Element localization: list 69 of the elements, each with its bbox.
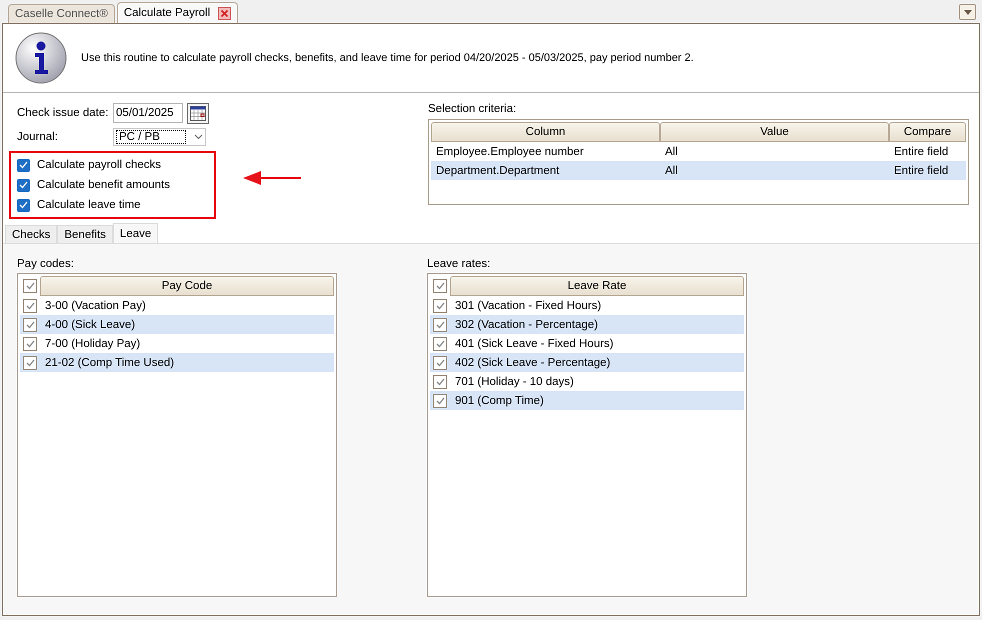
row-checkbox[interactable] (433, 298, 447, 312)
list-label: Leave rates: (427, 258, 492, 270)
tab[interactable]: Benefits (57, 225, 113, 243)
field-label: Check issue date: (17, 107, 110, 119)
table-cell-text: Entire field (893, 164, 950, 176)
check-icon (19, 201, 28, 209)
option-label[interactable]: Calculate payroll checks (37, 159, 162, 171)
check-icon (436, 320, 444, 328)
document-tab[interactable]: Caselle Connect® (8, 4, 115, 23)
column-header[interactable]: Column (431, 122, 660, 142)
check-icon (436, 358, 444, 366)
check-icon (26, 320, 34, 328)
list-label: Pay codes: (17, 258, 75, 270)
row-checkbox[interactable] (23, 356, 37, 370)
row-checkbox[interactable] (23, 298, 37, 312)
row-checkbox[interactable] (23, 318, 37, 332)
check-icon (26, 340, 34, 348)
caret-icon (964, 10, 972, 14)
row-checkbox[interactable] (433, 279, 447, 293)
checkbox[interactable] (17, 158, 30, 172)
row-checkbox[interactable] (23, 336, 37, 350)
check-icon (436, 302, 444, 310)
list-row[interactable]: 402 (Sick Leave - Percentage) (430, 353, 744, 372)
list-row[interactable]: 302 (Vacation - Percentage) (430, 315, 744, 334)
tab[interactable]: Leave (112, 223, 158, 243)
tab[interactable]: Checks (5, 225, 58, 243)
info-icon (15, 32, 67, 84)
option-label[interactable]: Calculate benefit amounts (37, 179, 170, 191)
list-row[interactable]: 4-00 (Sick Leave) (20, 315, 334, 334)
row-checkbox[interactable] (433, 356, 447, 370)
check-icon (26, 358, 34, 366)
column-header[interactable]: Compare (889, 122, 966, 142)
section-label: Selection criteria: (428, 103, 518, 115)
table-cell-text: All (664, 146, 679, 158)
column-header[interactable]: Value (660, 122, 889, 142)
check-icon (26, 302, 34, 310)
table-cell-text: Entire field (893, 146, 950, 158)
document-tab[interactable]: Calculate Payroll (116, 2, 238, 23)
caret-icon (194, 134, 203, 140)
column-header[interactable]: Leave Rate (450, 276, 744, 296)
column-header[interactable]: Pay Code (40, 276, 334, 296)
calendar-button[interactable] (187, 102, 209, 124)
row-checkbox[interactable] (433, 336, 447, 350)
check-icon (26, 282, 34, 290)
option-label[interactable]: Calculate leave time (37, 199, 141, 211)
list-row[interactable]: 901 (Comp Time) (430, 391, 744, 410)
checkbox[interactable] (17, 178, 30, 192)
check-icon (436, 340, 444, 348)
journal-dropdown[interactable]: PC / PB (113, 128, 206, 146)
dropdown-button[interactable] (959, 4, 976, 20)
row-checkbox[interactable] (433, 394, 447, 408)
check-icon (436, 282, 444, 290)
table-cell-text: Employee.Employee number (435, 146, 585, 158)
row-checkbox[interactable] (433, 318, 447, 332)
check-icon (436, 378, 444, 386)
list-row[interactable]: 21-02 (Comp Time Used) (20, 353, 334, 372)
field-label: Journal: (17, 131, 59, 143)
row-checkbox[interactable] (23, 279, 37, 293)
check-icon (436, 396, 444, 404)
check-icon (19, 181, 28, 189)
checkbox[interactable] (17, 198, 30, 212)
info-text: Use this routine to calculate payroll checks, benefits, and leave time for period 04/20/2025 - 05/03/2025, pay period number 2. (81, 52, 694, 64)
arrow-icon (243, 171, 301, 185)
row-checkbox[interactable] (433, 374, 447, 388)
close-icon[interactable] (218, 6, 232, 20)
check-icon (19, 161, 28, 169)
date-field[interactable]: 05/01/2025 (113, 103, 183, 123)
table-cell-text: All (664, 164, 679, 176)
table-cell-text: Department.Department (435, 164, 560, 176)
